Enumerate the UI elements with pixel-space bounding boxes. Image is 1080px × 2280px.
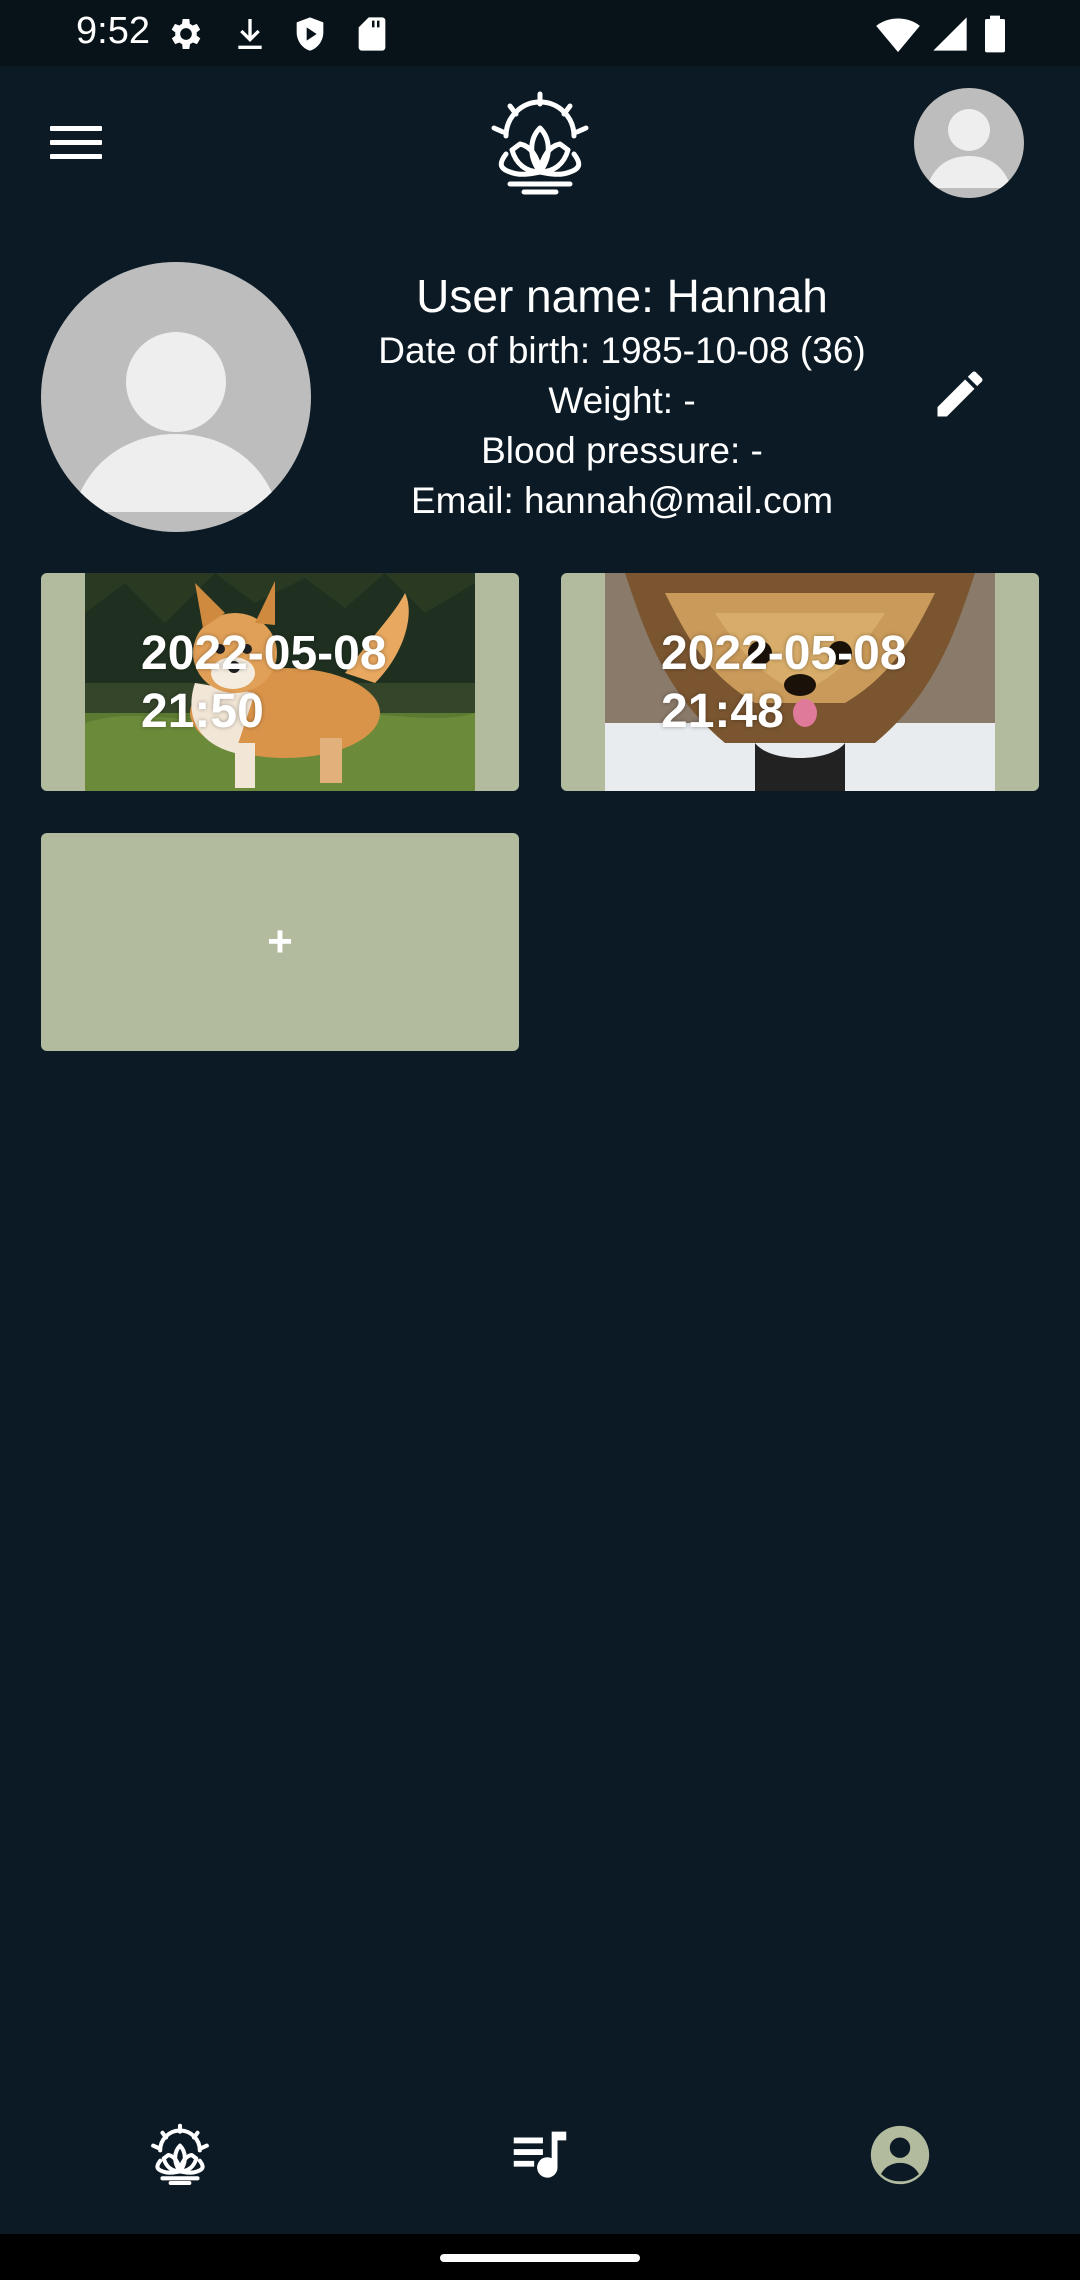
hamburger-menu-icon[interactable]	[40, 112, 112, 172]
home-gesture-bar[interactable]	[440, 2254, 640, 2262]
add-entry-button[interactable]: +	[41, 833, 519, 1051]
nav-item-meditate[interactable]	[100, 2100, 260, 2210]
entry-card[interactable]: 2022-05-08 21:48	[561, 573, 1039, 791]
default-avatar-icon	[927, 109, 1011, 188]
entry-date: 2022-05-08	[141, 627, 387, 680]
entry-time: 21:48	[661, 685, 784, 738]
lotus-sunrise-icon	[480, 88, 600, 200]
entry-card[interactable]: 2022-05-08 21:50	[41, 573, 519, 791]
playlist-music-icon	[513, 2131, 567, 2178]
entry-date: 2022-05-08	[661, 627, 907, 680]
nav-item-playlist[interactable]	[460, 2100, 620, 2210]
settings-icon	[166, 14, 206, 54]
entry-datetime: 2022-05-08 21:48	[661, 625, 1021, 741]
sd-card-icon	[352, 14, 392, 54]
profile-email: Email: hannah@mail.com	[410, 480, 834, 521]
pencil-icon	[937, 371, 983, 417]
account-circle-icon	[870, 2125, 930, 2185]
lotus-sunrise-icon	[151, 2123, 209, 2186]
profile-blood-pressure: Blood pressure: -	[481, 430, 763, 471]
shield-icon	[290, 14, 330, 54]
signal-icon	[930, 14, 970, 54]
add-entry-label: +	[267, 917, 293, 966]
default-avatar-icon	[73, 332, 279, 512]
battery-icon	[984, 14, 1024, 54]
nav-item-account[interactable]	[820, 2100, 980, 2210]
profile-weight: Weight: -	[548, 380, 696, 421]
profile-screen: 9:52 User name: Hannah Date of birth: 19…	[0, 0, 1080, 2280]
entry-time: 21:50	[141, 685, 264, 738]
status-time: 9:52	[76, 10, 150, 52]
bottom-navigation	[0, 2080, 1080, 2230]
edit-profile-button[interactable]	[930, 364, 990, 424]
status-bar: 9:52	[0, 0, 1080, 66]
download-icon	[230, 14, 270, 54]
top-bar-avatar[interactable]	[914, 88, 1024, 198]
entry-datetime: 2022-05-08 21:50	[141, 625, 501, 741]
profile-username: User name: Hannah	[416, 270, 828, 322]
wifi-icon	[876, 14, 920, 54]
profile-details: User name: Hannah Date of birth: 1985-10…	[330, 266, 914, 526]
profile-avatar	[41, 262, 311, 532]
profile-dob: Date of birth: 1985-10-08 (36)	[378, 330, 866, 371]
